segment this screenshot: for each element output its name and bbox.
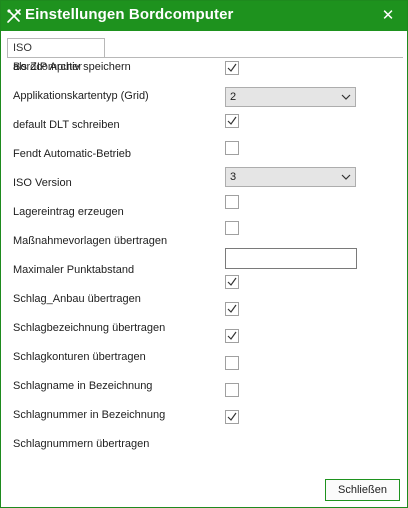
settings-dialog: Einstellungen Bordcomputer ✕ ISO Bordcom… xyxy=(0,0,408,508)
checkbox-fendt-automatic[interactable] xyxy=(225,141,239,155)
tractor-tools-icon xyxy=(7,9,21,23)
checkbox-massnahmevorlagen[interactable] xyxy=(225,221,239,235)
select-iso-version[interactable]: 3 xyxy=(225,167,356,187)
label-applikationskartentyp: Applikationskartentyp (Grid) xyxy=(13,90,149,102)
checkbox-default-dlt[interactable] xyxy=(225,114,239,128)
checkmark-icon xyxy=(227,412,237,421)
label-schlagbezeichnung: Schlagbezeichnung übertragen xyxy=(13,322,166,334)
tab-iso-bordcomputer[interactable]: ISO Bordcomputer xyxy=(7,38,105,73)
checkbox-lagereintrag[interactable] xyxy=(225,195,239,209)
label-maximaler-punktabstand: Maximaler Punktabstand xyxy=(13,264,135,276)
label-lagereintrag: Lagereintrag erzeugen xyxy=(13,206,124,218)
checkbox-schlag-anbau[interactable] xyxy=(225,275,239,289)
label-default-dlt: default DLT schreiben xyxy=(13,119,120,131)
label-iso-version: ISO Version xyxy=(13,177,72,189)
checkbox-zip-archiv[interactable] xyxy=(225,61,239,75)
checkmark-icon xyxy=(227,277,237,286)
checkbox-schlagnummer[interactable] xyxy=(225,410,239,424)
chevron-down-icon xyxy=(341,94,351,100)
label-massnahmevorlagen: Maßnahmevorlagen übertragen xyxy=(13,235,168,247)
label-zip-archiv: als ZIP Archiv speichern xyxy=(13,61,131,73)
tab-divider xyxy=(7,57,403,58)
label-schlagnummer: Schlagnummer in Bezeichnung xyxy=(13,409,166,421)
label-schlagnummern: Schlagnummern übertragen xyxy=(13,438,150,450)
checkbox-schlagbezeichnung[interactable] xyxy=(225,302,239,316)
label-schlagname: Schlagname in Bezeichnung xyxy=(13,380,153,392)
checkbox-schlagname[interactable] xyxy=(225,383,239,397)
title-bar: Einstellungen Bordcomputer ✕ xyxy=(1,1,407,31)
select-applikationskartentyp[interactable]: 2 xyxy=(225,87,356,107)
checkmark-icon xyxy=(227,63,237,72)
label-schlag-anbau: Schlag_Anbau übertragen xyxy=(13,293,141,305)
checkmark-icon xyxy=(227,116,237,125)
label-fendt-automatic: Fendt Automatic-Betrieb xyxy=(13,148,132,160)
window-title: Einstellungen Bordcomputer xyxy=(25,6,234,23)
checkbox-schlagkonturen[interactable] xyxy=(225,356,239,370)
checkbox-schlagbezeichnung-2[interactable] xyxy=(225,329,239,343)
close-icon[interactable]: ✕ xyxy=(379,7,397,25)
select-applikationskartentyp-value: 2 xyxy=(230,91,237,103)
checkmark-icon xyxy=(227,331,237,340)
checkmark-icon xyxy=(227,304,237,313)
close-button[interactable]: Schließen xyxy=(325,479,400,501)
select-iso-version-value: 3 xyxy=(230,171,237,183)
input-maximaler-punktabstand[interactable] xyxy=(225,248,357,269)
chevron-down-icon xyxy=(341,174,351,180)
label-schlagkonturen: Schlagkonturen übertragen xyxy=(13,351,146,363)
